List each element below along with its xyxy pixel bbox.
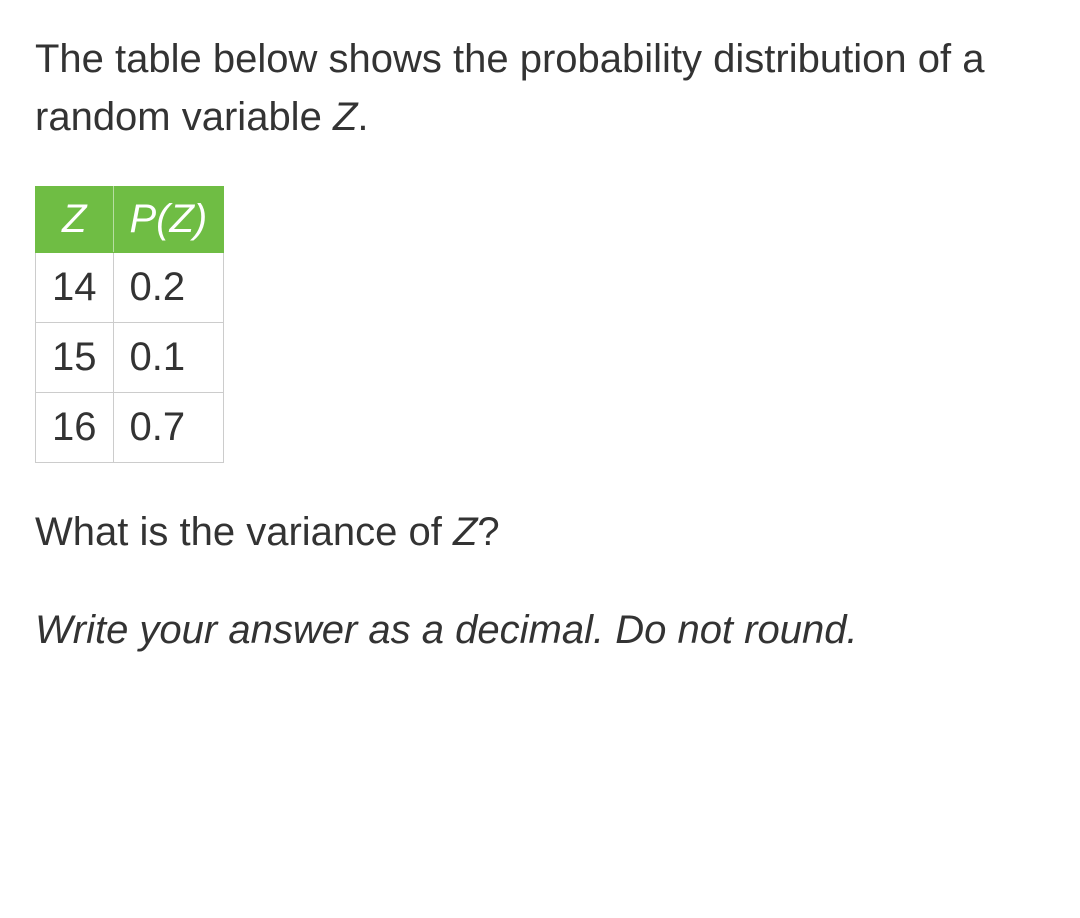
prompt-text-before: The table below shows the probability di… bbox=[35, 37, 984, 139]
prompt-variable: Z bbox=[333, 95, 357, 139]
table-row: 14 0.2 bbox=[36, 253, 224, 323]
table-header-row: Z P(Z) bbox=[36, 187, 224, 253]
cell-z: 14 bbox=[36, 253, 114, 323]
prompt-text-after: . bbox=[357, 95, 368, 139]
table-row: 16 0.7 bbox=[36, 393, 224, 463]
question-variable: Z bbox=[453, 510, 477, 554]
question-paragraph: What is the variance of Z? bbox=[35, 503, 1045, 561]
cell-p: 0.2 bbox=[113, 253, 224, 323]
question-text-after: ? bbox=[477, 510, 499, 554]
cell-z: 15 bbox=[36, 323, 114, 393]
cell-p: 0.7 bbox=[113, 393, 224, 463]
question-text-before: What is the variance of bbox=[35, 510, 453, 554]
header-pz: P(Z) bbox=[113, 187, 224, 253]
prompt-paragraph: The table below shows the probability di… bbox=[35, 30, 1045, 146]
table-row: 15 0.1 bbox=[36, 323, 224, 393]
cell-z: 16 bbox=[36, 393, 114, 463]
instruction-paragraph: Write your answer as a decimal. Do not r… bbox=[35, 601, 1045, 659]
header-z: Z bbox=[36, 187, 114, 253]
cell-p: 0.1 bbox=[113, 323, 224, 393]
probability-table: Z P(Z) 14 0.2 15 0.1 16 0.7 bbox=[35, 186, 224, 463]
